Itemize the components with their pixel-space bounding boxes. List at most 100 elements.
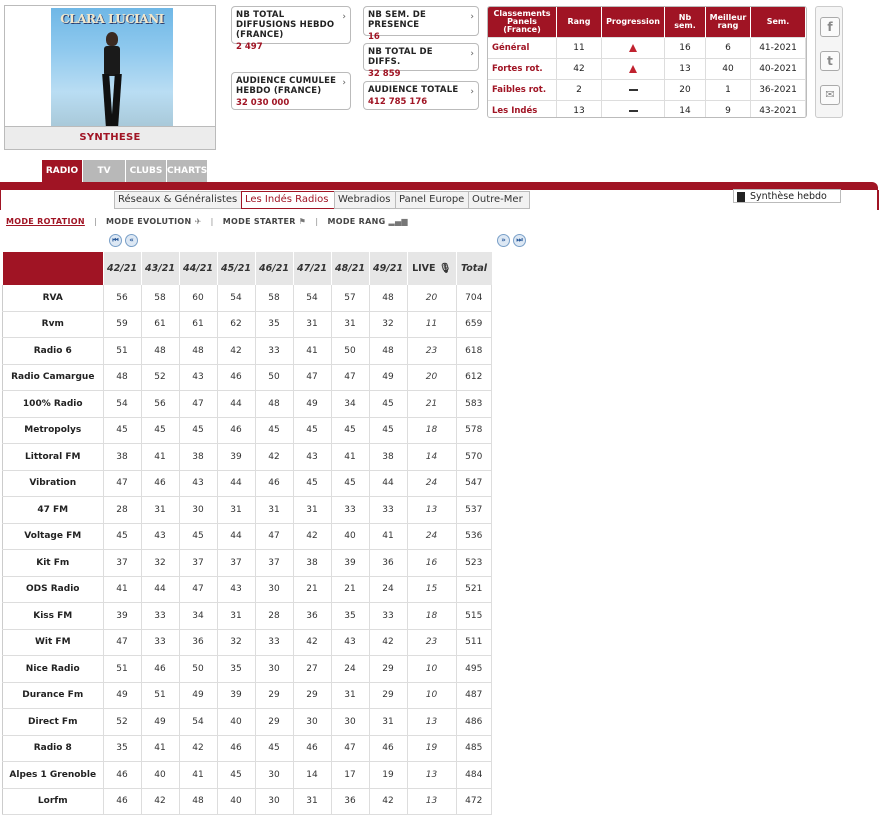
week-cell: 45 — [292, 470, 331, 497]
classement-progression — [601, 58, 665, 80]
subtab-outre-mer[interactable]: Outre-Mer — [468, 191, 530, 209]
total-cell: 659 — [455, 311, 492, 338]
week-cell: 40 — [330, 523, 369, 550]
week-cell: 30 — [254, 576, 293, 603]
week-cell: 46 — [140, 655, 179, 683]
week-cell: 32 — [140, 549, 179, 577]
dash-icon — [628, 109, 638, 112]
mode-rang-link[interactable]: MODE RANG ▂▄▆ — [327, 217, 407, 226]
week-cell: 43 — [292, 443, 331, 471]
station-name[interactable]: Littoral FM — [2, 443, 103, 471]
synthese-button[interactable]: SYNTHESE — [5, 126, 215, 149]
live-cell: 18 — [406, 602, 456, 630]
station-name[interactable]: Kiss FM — [2, 602, 103, 630]
live-cell: 10 — [406, 655, 456, 683]
week-cell: 49 — [140, 708, 179, 736]
nb-total-diffusions-label: NB TOTAL DIFFUSIONS HEBDO (FRANCE) — [236, 10, 335, 40]
week-cell: 24 — [368, 576, 407, 603]
mode-evolution-link[interactable]: MODE EVOLUTION ✈ — [106, 217, 202, 226]
station-name[interactable]: Durance Fm — [2, 682, 103, 709]
live-cell: 24 — [406, 523, 456, 550]
tab-tv[interactable]: TV — [83, 160, 125, 182]
facebook-icon[interactable]: f — [820, 17, 840, 37]
week-cell: 29 — [292, 682, 331, 709]
station-name[interactable]: 47 FM — [2, 496, 103, 524]
station-name[interactable]: Direct Fm — [2, 708, 103, 736]
first-page-icon[interactable]: ⏮ — [109, 234, 122, 247]
station-name[interactable]: Wit FM — [2, 629, 103, 656]
chevron-right-icon: › — [342, 12, 346, 22]
station-name[interactable]: Nice Radio — [2, 655, 103, 683]
audience-cumulee-box[interactable]: AUDIENCE CUMULEE HEBDO (FRANCE) 32 030 0… — [231, 72, 351, 110]
week-cell: 45 — [330, 417, 369, 444]
week-cell: 51 — [140, 682, 179, 709]
tab-charts[interactable]: CHARTS — [167, 160, 207, 182]
subtab-webradios[interactable]: Webradios — [334, 191, 396, 209]
station-name[interactable]: Voltage FM — [2, 523, 103, 550]
station-name[interactable]: Lorfm — [2, 788, 103, 815]
microphone-icon: 🎙 — [438, 263, 451, 274]
mode-starter-link[interactable]: MODE STARTER ⚑ — [223, 217, 307, 226]
twitter-icon[interactable]: t — [820, 51, 840, 71]
table-row: Kit Fm 37 32 37 37 37 38 39 36 16 523 — [2, 549, 492, 577]
nb-sem-presence-box[interactable]: NB SEM. DE PRESENCE 16 › — [363, 6, 479, 42]
week-cell: 33 — [254, 337, 293, 365]
col-week: 46/21 — [254, 252, 293, 285]
week-cell: 38 — [368, 443, 407, 471]
week-cell: 49 — [368, 364, 407, 391]
table-row: Radio 6 51 48 48 42 33 41 50 48 23 618 — [2, 337, 492, 365]
week-cell: 58 — [140, 285, 179, 312]
week-cell: 48 — [254, 390, 293, 418]
table-row: Voltage FM 45 43 45 44 47 42 40 41 24 536 — [2, 523, 492, 550]
mail-icon[interactable]: ✉ — [820, 85, 840, 105]
mode-rotation-link[interactable]: MODE ROTATION — [6, 217, 85, 226]
live-cell: 19 — [406, 735, 456, 762]
live-cell: 21 — [406, 390, 456, 418]
subtab-reseaux[interactable]: Réseaux & Généralistes — [114, 191, 244, 209]
week-cell: 37 — [102, 549, 141, 577]
week-cell: 48 — [178, 337, 217, 365]
week-cell: 17 — [330, 761, 369, 789]
station-name[interactable]: ODS Radio — [2, 576, 103, 603]
audience-totale-box[interactable]: AUDIENCE TOTALE 412 785 176 › — [363, 81, 479, 110]
subtab-panel-europe[interactable]: Panel Europe — [395, 191, 469, 209]
nb-total-diffusions-box[interactable]: NB TOTAL DIFFUSIONS HEBDO (FRANCE) 2 497… — [231, 6, 351, 52]
table-row: Lorfm 46 42 48 40 30 31 36 42 13 472 — [2, 788, 492, 815]
station-name[interactable]: Radio 8 — [2, 735, 103, 762]
dash-icon — [628, 88, 638, 91]
up-arrow-icon — [629, 43, 637, 52]
nb-total-diffs-box[interactable]: NB TOTAL DE DIFFS. 32 859 › — [363, 43, 479, 79]
station-name[interactable]: Radio Camargue — [2, 364, 103, 391]
station-name[interactable]: Radio 6 — [2, 337, 103, 365]
station-name[interactable]: Kit Fm — [2, 549, 103, 577]
total-cell: 704 — [455, 285, 492, 312]
week-cell: 48 — [368, 337, 407, 365]
tab-clubs[interactable]: CLUBS — [126, 160, 166, 182]
synthese-hebdo-button[interactable]: Synthèse hebdo — [733, 189, 841, 203]
classement-progression — [601, 100, 665, 117]
station-name[interactable]: Vibration — [2, 470, 103, 497]
next-page-icon[interactable]: » — [497, 234, 510, 247]
live-cell: 18 — [406, 417, 456, 444]
week-cell: 31 — [216, 602, 255, 630]
album-cover-panel[interactable]: CLARA LUCIANI SYNTHESE — [4, 5, 216, 150]
week-cell: 38 — [102, 443, 141, 471]
last-page-icon[interactable]: ⏭ — [513, 234, 526, 247]
week-cell: 41 — [292, 337, 331, 365]
album-cover-image[interactable]: CLARA LUCIANI — [51, 8, 173, 128]
week-cell: 54 — [178, 708, 217, 736]
week-cell: 47 — [178, 576, 217, 603]
station-name[interactable]: Rvm — [2, 311, 103, 338]
classement-row: Faibles rot. 2 20 1 36-2021 — [488, 79, 806, 101]
station-name[interactable]: RVA — [2, 285, 103, 312]
col-week: 47/21 — [292, 252, 331, 285]
table-row: Metropolys 45 45 45 46 45 45 45 45 18 578 — [2, 417, 492, 444]
station-name[interactable]: Metropolys — [2, 417, 103, 444]
station-name[interactable]: 100% Radio — [2, 390, 103, 418]
week-cell: 41 — [102, 576, 141, 603]
station-name[interactable]: Alpes 1 Grenoble — [2, 761, 103, 789]
subtab-les-indes[interactable]: Les Indés Radios — [241, 191, 337, 209]
tab-radio[interactable]: RADIO — [42, 160, 82, 182]
classement-meilleur: 40 — [705, 58, 751, 80]
previous-page-icon[interactable]: « — [125, 234, 138, 247]
